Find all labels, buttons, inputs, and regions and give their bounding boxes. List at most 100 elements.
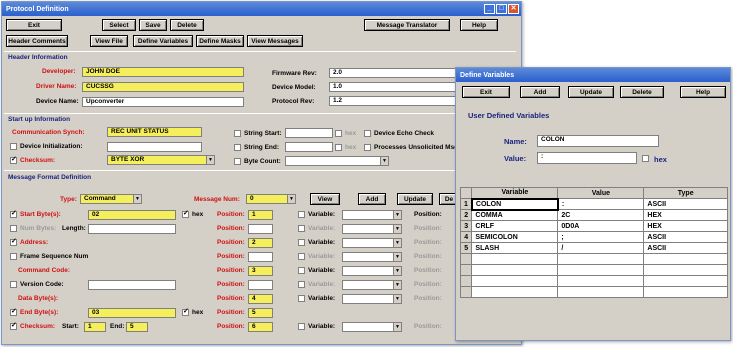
string-end-hex-checkbox[interactable] xyxy=(335,144,342,151)
type-dropdown[interactable]: Command ▼ xyxy=(80,194,142,204)
format-row-checkbox[interactable] xyxy=(10,237,17,246)
format-row-value[interactable]: 02 xyxy=(88,210,176,220)
variable-dropdown[interactable]: ▼ xyxy=(342,238,402,248)
comm-synch-field[interactable]: REC UNIT STATUS xyxy=(107,127,202,137)
value-cell[interactable]: 0D0A xyxy=(557,220,645,232)
value-cell[interactable]: : xyxy=(557,198,645,210)
variable-cell[interactable]: COLON xyxy=(470,197,559,211)
type-cell[interactable]: HEX xyxy=(643,220,728,232)
update-button[interactable]: Update xyxy=(397,193,433,205)
string-end-field[interactable] xyxy=(285,142,333,152)
select-button[interactable]: Select xyxy=(102,19,136,31)
dv-name-field[interactable]: COLON xyxy=(537,135,659,147)
format-row-checkbox[interactable] xyxy=(10,209,17,218)
delete-button[interactable]: Delete xyxy=(170,19,204,31)
table-row[interactable]: 3 CRLF 0D0A HEX xyxy=(459,220,728,232)
string-start-hex-checkbox[interactable] xyxy=(335,130,342,137)
variable-checkbox[interactable] xyxy=(298,281,305,288)
variable-dropdown[interactable]: ▼ xyxy=(342,252,402,262)
variable-dropdown[interactable]: ▼ xyxy=(342,280,402,290)
variable-dropdown[interactable]: ▼ xyxy=(342,266,402,276)
variable-cell[interactable]: COMMA xyxy=(471,209,559,221)
checksum-start-field[interactable]: 1 xyxy=(84,322,106,332)
type-cell[interactable]: ASCII xyxy=(643,231,728,243)
variable-cell[interactable]: SLASH xyxy=(471,242,559,254)
version-code-field[interactable] xyxy=(88,280,176,290)
variable-dropdown[interactable]: ▼ xyxy=(342,210,402,220)
device-name-field[interactable]: Upconverter xyxy=(82,97,244,107)
format-row-value[interactable]: 03 xyxy=(88,308,176,318)
position-field[interactable]: 3 xyxy=(248,266,273,276)
position-field[interactable] xyxy=(248,280,273,290)
format-row-hex-checkbox[interactable] xyxy=(182,209,189,218)
table-row[interactable]: 5 SLASH / ASCII xyxy=(459,242,728,254)
table-row[interactable]: 4 SEMICOLON ; ASCII xyxy=(459,231,728,243)
variable-checkbox[interactable] xyxy=(298,211,305,218)
byte-count-checkbox[interactable] xyxy=(234,158,241,165)
type-cell[interactable]: HEX xyxy=(643,209,728,221)
string-start-field[interactable] xyxy=(285,128,333,138)
position-field[interactable]: 6 xyxy=(248,322,273,332)
dv-exit-button[interactable]: Exit xyxy=(462,86,510,98)
variable-dropdown[interactable]: ▼ xyxy=(342,322,402,332)
variable-checkbox[interactable] xyxy=(298,267,305,274)
position-field[interactable] xyxy=(248,224,273,234)
close-icon[interactable]: ✕ xyxy=(508,4,519,14)
define-masks-button[interactable]: Define Masks xyxy=(196,35,244,47)
header-comments-button[interactable]: Header Comments xyxy=(6,35,68,47)
variable-checkbox[interactable] xyxy=(298,295,305,302)
position-field[interactable]: 5 xyxy=(248,308,273,318)
position-field[interactable]: 2 xyxy=(248,238,273,248)
checksum-end-field[interactable]: 5 xyxy=(126,322,148,332)
echo-check-checkbox[interactable] xyxy=(364,130,371,137)
maximize-icon[interactable]: □ xyxy=(496,4,507,14)
table-row[interactable]: 1 COLON : ASCII xyxy=(459,197,728,211)
message-translator-button[interactable]: Message Translator xyxy=(364,19,450,31)
variable-dropdown[interactable]: ▼ xyxy=(342,294,402,304)
variable-checkbox[interactable] xyxy=(298,323,305,330)
type-cell[interactable]: ASCII xyxy=(643,242,728,254)
help-button[interactable]: Help xyxy=(460,19,498,31)
view-button[interactable]: View xyxy=(310,193,340,205)
add-button[interactable]: Add xyxy=(358,193,386,205)
format-row-hex-checkbox[interactable] xyxy=(182,307,189,316)
value-cell[interactable]: / xyxy=(557,242,645,254)
position-field[interactable]: 4 xyxy=(248,294,273,304)
byte-count-dropdown[interactable]: ▼ xyxy=(285,156,389,166)
variable-checkbox[interactable] xyxy=(298,253,305,260)
string-end-checkbox[interactable] xyxy=(234,144,241,151)
developer-field[interactable]: JOHN DOE xyxy=(82,67,244,77)
checksum-dropdown[interactable]: BYTE XOR ▼ xyxy=(107,155,215,165)
variable-cell[interactable]: CRLF xyxy=(471,220,559,232)
variable-checkbox[interactable] xyxy=(298,239,305,246)
dv-delete-button[interactable]: Delete xyxy=(620,86,664,98)
checksum-checkbox[interactable] xyxy=(10,155,17,164)
dv-value-field[interactable]: : xyxy=(537,152,637,164)
exit-button[interactable]: Exit xyxy=(6,19,62,31)
value-cell[interactable]: ; xyxy=(557,231,645,243)
device-init-checkbox[interactable] xyxy=(10,143,17,150)
minimize-icon[interactable]: _ xyxy=(484,4,495,14)
dv-hex-checkbox[interactable] xyxy=(642,155,649,162)
format-row-checkbox[interactable] xyxy=(10,281,17,288)
define-variables-button[interactable]: Define Variables xyxy=(133,35,193,47)
dv-help-button[interactable]: Help xyxy=(680,86,726,98)
variable-dropdown[interactable]: ▼ xyxy=(342,224,402,234)
format-row-checkbox[interactable] xyxy=(10,307,17,316)
length-field[interactable] xyxy=(88,224,176,234)
save-button[interactable]: Save xyxy=(139,19,167,31)
table-row[interactable]: 2 COMMA 2C HEX xyxy=(459,209,728,221)
variable-checkbox[interactable] xyxy=(298,225,305,232)
format-row-checkbox[interactable] xyxy=(10,253,17,260)
format-row-checkbox[interactable] xyxy=(10,321,17,330)
message-num-dropdown[interactable]: 0 ▼ xyxy=(246,194,296,204)
view-messages-button[interactable]: View Messages xyxy=(247,35,303,47)
string-start-checkbox[interactable] xyxy=(234,130,241,137)
unsolicited-checkbox[interactable] xyxy=(364,144,371,151)
dv-add-button[interactable]: Add xyxy=(520,86,560,98)
type-cell[interactable]: ASCII xyxy=(643,198,728,210)
format-row-checkbox[interactable] xyxy=(10,225,17,232)
dv-update-button[interactable]: Update xyxy=(568,86,614,98)
position-field[interactable]: 1 xyxy=(248,210,273,220)
device-init-field[interactable] xyxy=(107,142,202,152)
